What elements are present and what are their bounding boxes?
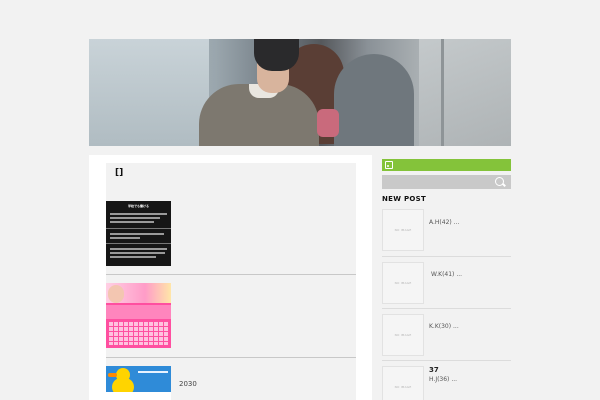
- new-post-thumbnail[interactable]: NO IMAGE: [382, 366, 424, 400]
- new-post-thumbnail[interactable]: NO IMAGE: [382, 209, 424, 251]
- entry-thumbnail-1[interactable]: 学校でも働ける: [106, 201, 171, 266]
- new-post-name[interactable]: K.K(30): [429, 323, 451, 330]
- new-post-divider: [382, 308, 511, 309]
- rss-icon[interactable]: [385, 161, 393, 169]
- banner-face: [108, 285, 124, 303]
- new-post-more[interactable]: ...: [456, 271, 462, 278]
- thumb-text-line: [110, 233, 164, 235]
- thumb-panel: [106, 392, 171, 400]
- entry-thumbnail-3[interactable]: [106, 366, 171, 400]
- thumb-text-line: [138, 371, 168, 373]
- new-post-title[interactable]: H.J(36) ...: [429, 376, 457, 383]
- entry-divider: [106, 274, 356, 275]
- photo-wall-crack: [441, 39, 444, 146]
- thumb-band: [106, 228, 171, 229]
- entry-date: 2030: [179, 380, 197, 388]
- new-post-more[interactable]: ...: [454, 219, 460, 226]
- new-post-number: 37: [429, 366, 439, 374]
- thumb-text-line: [110, 213, 167, 215]
- new-post-thumbnail[interactable]: NO IMAGE: [382, 262, 424, 304]
- banner-mid: [106, 305, 171, 319]
- duck-head: [116, 368, 130, 382]
- header-image: [89, 39, 511, 146]
- photo-wall-right: [419, 39, 511, 146]
- photo-wall-left: [89, 39, 209, 146]
- new-post-thumbnail[interactable]: NO IMAGE: [382, 314, 424, 356]
- new-post-more[interactable]: ...: [451, 376, 457, 383]
- thumb-text-line: [110, 217, 160, 219]
- post-area: [106, 163, 356, 400]
- no-image-label: NO IMAGE: [394, 281, 412, 285]
- photo-scarf: [317, 109, 339, 137]
- search-bar[interactable]: [382, 175, 511, 189]
- thumb-text-line: [110, 252, 165, 254]
- duck-beak: [108, 373, 117, 377]
- no-image-label: NO IMAGE: [394, 228, 412, 232]
- new-post-name[interactable]: W.K(41): [431, 271, 454, 278]
- thumb-text-line: [110, 256, 156, 258]
- new-post-title[interactable]: K.K(30) ...: [429, 323, 459, 330]
- no-image-label: NO IMAGE: [394, 333, 412, 337]
- entry-divider: [106, 357, 356, 358]
- new-post-more[interactable]: ...: [453, 323, 459, 330]
- entry-thumbnail-2[interactable]: [106, 283, 171, 348]
- thumb-text-line: [110, 237, 140, 239]
- no-image-label: NO IMAGE: [394, 385, 412, 389]
- new-post-heading: NEW POST: [382, 195, 427, 203]
- banner-grid: [108, 321, 169, 345]
- photo-woman-coat: [334, 54, 414, 146]
- thumb-band: [106, 243, 171, 244]
- new-post-name[interactable]: H.J(36): [429, 376, 449, 383]
- search-icon[interactable]: [495, 177, 504, 186]
- photo-man-hair: [254, 39, 299, 71]
- thumb-title: 学校でも働ける: [127, 204, 149, 208]
- thumb-text-line: [110, 221, 154, 223]
- new-post-title[interactable]: A.H(42) ...: [429, 219, 459, 226]
- new-post-name[interactable]: A.H(42): [429, 219, 452, 226]
- new-post-title[interactable]: W.K(41) ...: [431, 271, 462, 278]
- new-post-divider: [382, 256, 511, 257]
- rss-bar[interactable]: [382, 159, 511, 171]
- new-post-divider: [382, 360, 511, 361]
- thumb-text-line: [110, 248, 167, 250]
- page-title: []: [115, 168, 124, 178]
